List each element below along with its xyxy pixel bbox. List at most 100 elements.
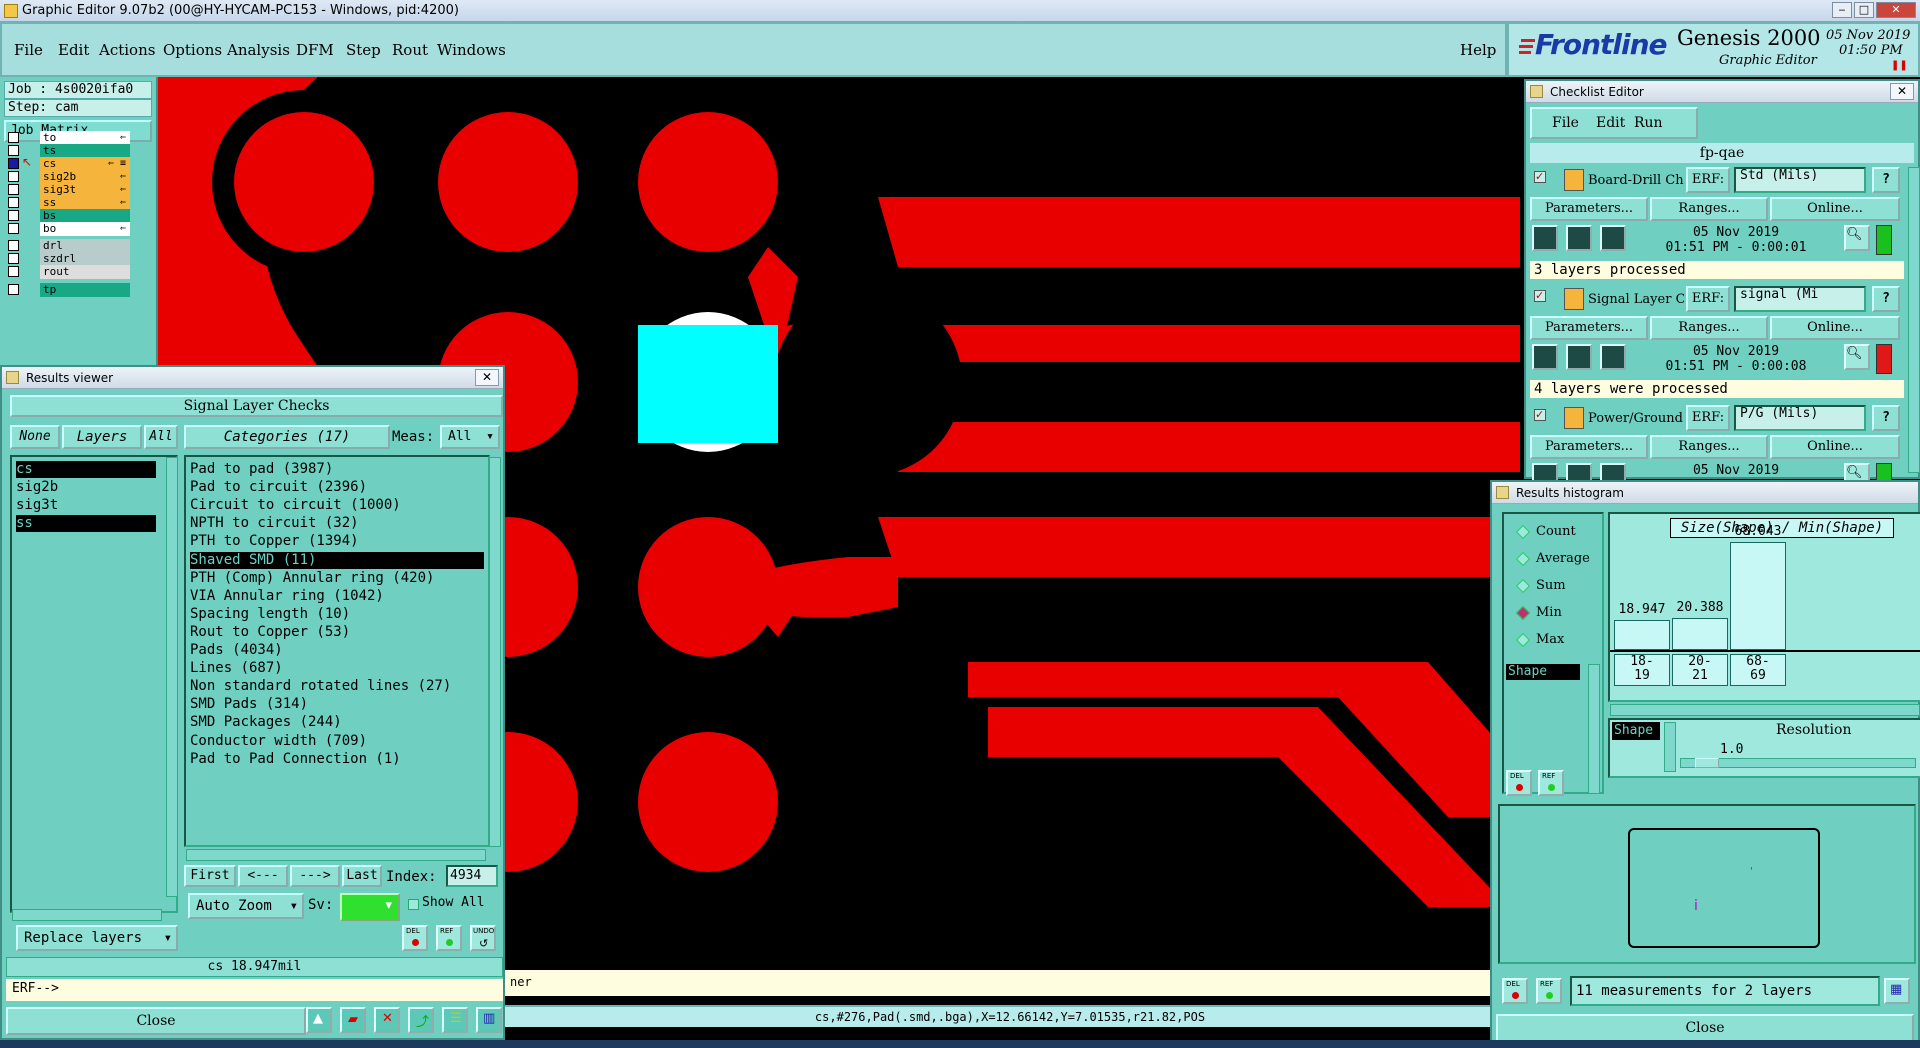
categories-scrollbar[interactable] [489, 457, 501, 847]
histogram-bar[interactable] [1672, 618, 1728, 650]
histogram-close-button[interactable]: Close [1496, 1014, 1914, 1042]
undo-icon[interactable]: UNDO ↺ [470, 925, 496, 951]
ranges-button[interactable]: Ranges... [1650, 197, 1768, 221]
tool-icon-6[interactable]: ▥ [476, 1007, 502, 1033]
category-list-item[interactable]: SMD Packages (244) [190, 714, 484, 731]
help-icon[interactable]: ? [1872, 167, 1900, 193]
menu-dfm[interactable]: DFM [296, 41, 334, 59]
histogram-bar[interactable] [1614, 620, 1670, 650]
menu-rout[interactable]: Rout [392, 41, 428, 59]
category-list-item[interactable]: Spacing length (10) [190, 606, 484, 623]
help-icon[interactable]: ? [1872, 405, 1900, 431]
checklist-menu-run[interactable]: Run [1634, 115, 1663, 131]
categories-hscrollbar[interactable] [186, 849, 486, 861]
menu-actions[interactable]: Actions [99, 41, 155, 59]
check-enable-checkbox[interactable]: ✓ [1534, 409, 1546, 421]
layers-button[interactable]: Layers [62, 425, 142, 449]
layer-checkbox[interactable] [8, 284, 19, 295]
ref-icon[interactable]: REF [1538, 770, 1564, 796]
run-icon[interactable] [1532, 344, 1558, 370]
check-erf-label[interactable]: ERF: [1686, 286, 1730, 312]
help-icon[interactable]: ? [1872, 286, 1900, 312]
tool-icon-3[interactable]: ✕ [374, 1007, 400, 1033]
axis-item[interactable]: Shape [1506, 664, 1580, 680]
layer-checkbox[interactable] [8, 158, 19, 169]
layer-checkbox[interactable] [8, 171, 19, 182]
layer-row-sig2b[interactable]: sig2b ⇐ [8, 170, 130, 184]
index-input[interactable]: 4934 [446, 865, 498, 887]
select-none-button[interactable]: None [10, 425, 60, 449]
check-erf-value[interactable]: P/G (Mils) [1734, 405, 1866, 431]
menu-options[interactable]: Options [163, 41, 222, 59]
online-button[interactable]: Online... [1770, 435, 1900, 459]
layer-checkbox[interactable] [8, 184, 19, 195]
maximize-button[interactable]: □ [1854, 2, 1874, 18]
prev-button[interactable]: <--- [238, 865, 288, 887]
del-icon[interactable]: DEL [402, 925, 428, 951]
parameters-button[interactable]: Parameters... [1530, 197, 1648, 221]
layer-checkbox[interactable] [8, 253, 19, 264]
layer-row-to[interactable]: to ⇐ [8, 131, 130, 145]
ranges-button[interactable]: Ranges... [1650, 316, 1768, 340]
del-icon[interactable]: DEL [1506, 770, 1532, 796]
menu-file[interactable]: File [14, 41, 43, 59]
layer-row-sig3t[interactable]: sig3t ⇐ [8, 183, 130, 197]
layer-list-item[interactable]: sig3t [16, 497, 156, 514]
check-enable-checkbox[interactable]: ✓ [1534, 290, 1546, 302]
category-list-item[interactable]: Conductor width (709) [190, 733, 484, 750]
category-list-item[interactable]: NPTH to circuit (32) [190, 515, 484, 532]
del-icon[interactable]: DEL [1502, 978, 1528, 1004]
layer-row-szdrl[interactable]: szdrl [8, 252, 130, 266]
category-list-item[interactable]: PTH to Copper (1394) [190, 533, 484, 550]
minimize-button[interactable]: ‒ [1832, 2, 1852, 18]
category-list-item[interactable]: Rout to Copper (53) [190, 624, 484, 641]
tool-icon-2[interactable]: ▰ [340, 1007, 366, 1033]
categories-list[interactable]: Pad to pad (3987) Pad to circuit (2396) Ci… [184, 455, 490, 847]
checklist-menu-file[interactable]: File [1552, 115, 1579, 131]
layer-checkbox[interactable] [8, 197, 19, 208]
histogram-hscrollbar[interactable] [1610, 704, 1920, 716]
show-all-checkbox[interactable] [408, 899, 419, 910]
zoom-icon[interactable]: 🔍︎ [1844, 225, 1870, 251]
online-button[interactable]: Online... [1770, 316, 1900, 340]
categories-button[interactable]: Categories (17) [184, 425, 390, 449]
run-stop-icon[interactable] [1600, 344, 1626, 370]
first-button[interactable]: First [184, 865, 236, 887]
tool-icon-1[interactable]: ▲ [306, 1007, 332, 1033]
layer-checkbox[interactable] [8, 240, 19, 251]
parameters-button[interactable]: Parameters... [1530, 435, 1648, 459]
next-button[interactable]: ---> [290, 865, 340, 887]
category-list-item[interactable]: Shaved SMD (11) [190, 551, 484, 569]
checklist-close-x[interactable]: ✕ [1890, 83, 1914, 100]
layer-list-item[interactable]: ss [16, 515, 156, 532]
layer-row-rout[interactable]: rout [8, 265, 130, 279]
histogram-bar[interactable] [1730, 542, 1786, 650]
check-erf-value[interactable]: Std (Mils) [1734, 167, 1866, 193]
check-erf-label[interactable]: ERF: [1686, 405, 1730, 431]
zoom-icon[interactable]: 🔍︎ [1844, 344, 1870, 370]
run-stop-icon[interactable] [1600, 225, 1626, 251]
resolution-slider[interactable] [1680, 758, 1916, 768]
close-window-button[interactable]: ✕ [1876, 2, 1916, 18]
layer-row-tp[interactable]: tp [8, 283, 130, 297]
ranges-button[interactable]: Ranges... [1650, 435, 1768, 459]
category-list-item[interactable]: SMD Pads (314) [190, 696, 484, 713]
check-erf-label[interactable]: ERF: [1686, 167, 1730, 193]
menu-windows[interactable]: Windows [437, 41, 506, 59]
menu-edit[interactable]: Edit [58, 41, 89, 59]
axis-scrollbar[interactable] [1588, 664, 1600, 794]
category-list-item[interactable]: Non standard rotated lines (27) [190, 678, 484, 695]
checklist-menu-edit[interactable]: Edit [1596, 115, 1625, 131]
check-enable-checkbox[interactable]: ✓ [1534, 171, 1546, 183]
tool-icon-4[interactable]: ⤴ [408, 1007, 434, 1033]
run-icon[interactable] [1532, 225, 1558, 251]
resolution-slider-handle[interactable] [1695, 758, 1719, 768]
auto-zoom-dropdown[interactable]: Auto Zoom ▾ [188, 893, 304, 919]
layer-checkbox[interactable] [8, 266, 19, 277]
layer-row-bo[interactable]: bo ⇐ [8, 222, 130, 236]
layer-list-item[interactable]: cs [16, 461, 156, 478]
layer-row-cs[interactable]: ↖ cs ⇐ ≡ [8, 155, 130, 171]
category-list-item[interactable]: VIA Annular ring (1042) [190, 588, 484, 605]
layer-row-drl[interactable]: drl [8, 239, 130, 253]
check-erf-value[interactable]: signal (Mi [1734, 286, 1866, 312]
